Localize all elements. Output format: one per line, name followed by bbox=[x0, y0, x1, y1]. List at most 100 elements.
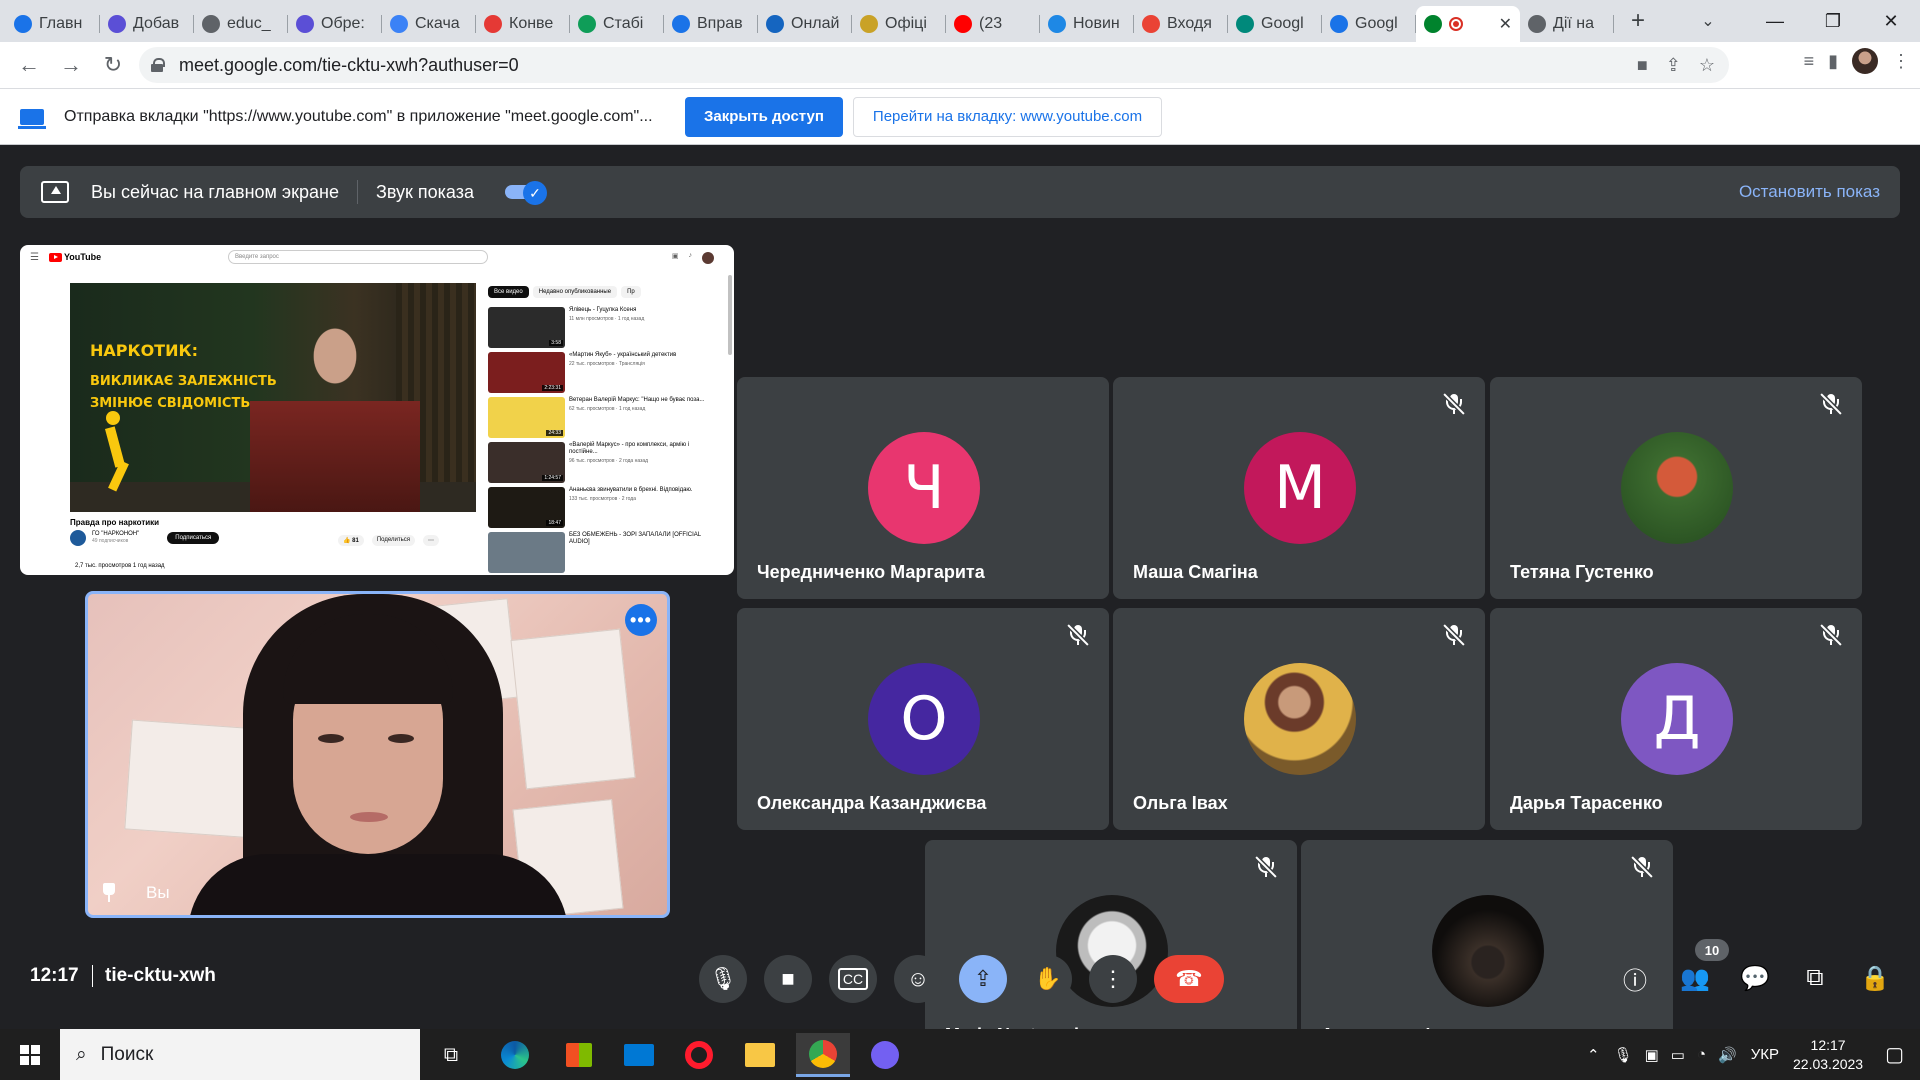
browser-tab[interactable]: Офіці bbox=[852, 6, 946, 42]
chrome-taskbar-icon[interactable] bbox=[796, 1033, 850, 1077]
stop-sharing-button[interactable]: Закрыть доступ bbox=[685, 96, 843, 137]
tray-expand-icon[interactable]: ⌃ bbox=[1587, 1046, 1600, 1064]
windows-start-icon[interactable] bbox=[20, 1045, 40, 1065]
participant-tile[interactable]: Тетяна Густенко bbox=[1490, 377, 1862, 599]
falling-figure-icon bbox=[98, 411, 140, 492]
browser-tab[interactable]: Главн bbox=[6, 6, 100, 42]
camera-button[interactable]: ■ bbox=[764, 955, 812, 1003]
file-explorer-icon[interactable] bbox=[733, 1033, 787, 1077]
stop-presenting-button[interactable]: Остановить показ bbox=[1739, 182, 1880, 202]
browser-tab[interactable]: Вправ bbox=[664, 6, 758, 42]
restore-button[interactable]: ❐ bbox=[1804, 0, 1862, 42]
browser-tab[interactable]: Скача bbox=[382, 6, 476, 42]
opera-icon[interactable] bbox=[672, 1033, 726, 1077]
participant-tile[interactable]: М Маша Смагіна bbox=[1113, 377, 1485, 599]
pin-icon[interactable] bbox=[102, 883, 116, 902]
taskbar-search[interactable]: ⌕ Поиск bbox=[60, 1029, 420, 1080]
browser-tab[interactable]: Новин bbox=[1040, 6, 1134, 42]
viber-icon[interactable] bbox=[858, 1033, 912, 1077]
reading-list-icon[interactable]: ≡ bbox=[1804, 51, 1815, 72]
browser-tab[interactable]: Онлай bbox=[758, 6, 852, 42]
muted-mic-icon bbox=[1818, 391, 1844, 417]
participant-tile[interactable]: Д Дарья Тарасенко bbox=[1490, 608, 1862, 830]
meet-area: Вы сейчас на главном экране Звук показа … bbox=[0, 145, 1920, 1062]
bookmark-star-icon[interactable]: ☆ bbox=[1699, 55, 1715, 76]
video-thumbnail: 3:58 bbox=[488, 307, 565, 348]
forward-button[interactable]: → bbox=[54, 48, 88, 82]
host-controls-icon[interactable]: 🔒 bbox=[1858, 961, 1892, 995]
browser-tab[interactable]: Входя bbox=[1134, 6, 1228, 42]
browser-tab[interactable]: ✕ bbox=[1416, 6, 1520, 42]
microphone-button[interactable]: 🎙 bbox=[699, 955, 747, 1003]
more-options-button[interactable]: ⋮ bbox=[1089, 955, 1137, 1003]
browser-tab[interactable]: educ_ bbox=[194, 6, 288, 42]
shared-screen-tile[interactable]: ☰ YouTube Введите запрос ▣ ♪ НАРКОТИК: В… bbox=[20, 245, 734, 575]
tray-mic-icon[interactable]: 🎙 bbox=[1614, 1046, 1633, 1064]
avatar-initial: Ч bbox=[903, 453, 945, 523]
close-window-button[interactable]: ✕ bbox=[1862, 0, 1920, 42]
participant-avatar: Д bbox=[1621, 663, 1733, 775]
reactions-button[interactable]: ☺ bbox=[894, 955, 942, 1003]
people-icon[interactable]: 👥 bbox=[1678, 961, 1712, 995]
browser-tab[interactable]: Googl bbox=[1322, 6, 1416, 42]
browser-tab[interactable]: Стабі bbox=[570, 6, 664, 42]
new-tab-button[interactable]: + bbox=[1620, 3, 1656, 39]
share-icon[interactable]: ⇪ bbox=[1666, 55, 1681, 76]
tab-search-icon[interactable]: ⌄ bbox=[1691, 4, 1725, 38]
participant-tile[interactable]: Ольга Івах bbox=[1113, 608, 1485, 830]
tray-camera-icon[interactable]: ▣ bbox=[1645, 1046, 1659, 1064]
language-indicator[interactable]: УКР bbox=[1751, 1046, 1779, 1063]
chat-icon[interactable]: 💬 bbox=[1738, 961, 1772, 995]
battery-icon[interactable]: ▭ bbox=[1671, 1046, 1685, 1064]
url-text: meet.google.com/tie-cktu-xwh?authuser=0 bbox=[179, 54, 519, 75]
notifications-icon[interactable]: ▢ bbox=[1885, 1042, 1904, 1067]
browser-tab[interactable]: Добав bbox=[100, 6, 194, 42]
participant-tile[interactable]: О Олександра Казанджиєва bbox=[737, 608, 1109, 830]
activities-icon[interactable]: ⧉ bbox=[1798, 961, 1832, 995]
video-duration: 1:24:57 bbox=[542, 475, 563, 481]
captions-button[interactable]: CC bbox=[829, 955, 877, 1003]
browser-tab[interactable]: Googl bbox=[1228, 6, 1322, 42]
share-audio-toggle[interactable]: ✓ bbox=[503, 181, 549, 205]
present-button[interactable]: ⇪ bbox=[959, 955, 1007, 1003]
browser-tab[interactable]: Конве bbox=[476, 6, 570, 42]
go-to-tab-button[interactable]: Перейти на вкладку: www.youtube.com bbox=[852, 96, 1163, 137]
store-icon[interactable] bbox=[552, 1033, 606, 1077]
subscribe-button: Подписаться bbox=[167, 532, 220, 544]
camera-in-use-icon[interactable]: ■ bbox=[1637, 55, 1648, 76]
address-bar[interactable]: meet.google.com/tie-cktu-xwh?authuser=0 … bbox=[139, 47, 1729, 83]
taskbar-clock[interactable]: 12:17 22.03.2023 bbox=[1793, 1036, 1863, 1074]
suggested-meta: 133 тыс. просмотров · 2 года bbox=[569, 496, 636, 502]
thumbs-icon bbox=[390, 15, 408, 33]
window-controls: — ❐ ✕ bbox=[1746, 0, 1920, 42]
chrome-menu-icon[interactable]: ⋮ bbox=[1892, 51, 1910, 72]
browser-tab[interactable]: Обре: bbox=[288, 6, 382, 42]
edge-icon[interactable] bbox=[488, 1033, 542, 1077]
browser-tab[interactable]: (23 bbox=[946, 6, 1040, 42]
tab-label: educ_ bbox=[227, 15, 271, 32]
participant-tile[interactable]: Ч Чередниченко Маргарита bbox=[737, 377, 1109, 599]
side-panel-icon[interactable]: ▮ bbox=[1828, 51, 1838, 72]
video-thumbnail: 2:23:31 bbox=[488, 352, 565, 393]
browser-tab[interactable]: Дії на bbox=[1520, 6, 1614, 42]
back-button[interactable]: ← bbox=[12, 48, 46, 82]
tab-label: Скача bbox=[415, 15, 460, 32]
profile-avatar[interactable] bbox=[1852, 48, 1878, 74]
task-view-icon[interactable]: ⧉ bbox=[424, 1033, 478, 1077]
mail-icon[interactable] bbox=[612, 1033, 666, 1077]
close-tab-icon[interactable]: ✕ bbox=[1499, 14, 1512, 34]
wifi-icon[interactable]: ◔ bbox=[1697, 1046, 1706, 1063]
self-view-more-options-button[interactable]: ••• bbox=[625, 604, 657, 636]
participant-name: Чередниченко Маргарита bbox=[757, 562, 985, 582]
shield-icon bbox=[108, 15, 126, 33]
volume-icon[interactable]: 🔊 bbox=[1718, 1046, 1737, 1064]
minimize-button[interactable]: — bbox=[1746, 0, 1804, 42]
self-view-tile[interactable]: ••• Вы bbox=[85, 591, 670, 918]
suggested-video: 24:33 Ветеран Валерій Маркус: "Нащо не бу… bbox=[488, 397, 708, 442]
leave-call-button[interactable]: ☎ bbox=[1154, 955, 1224, 1003]
meeting-details-icon[interactable]: ⓘ bbox=[1618, 961, 1652, 995]
suggested-title: «Валерій Маркус» - про комплекси, армію … bbox=[569, 442, 690, 455]
reload-button[interactable]: ↻ bbox=[96, 48, 130, 82]
raise-hand-button[interactable]: ✋ bbox=[1024, 955, 1072, 1003]
tab-label: Онлай bbox=[791, 15, 840, 32]
